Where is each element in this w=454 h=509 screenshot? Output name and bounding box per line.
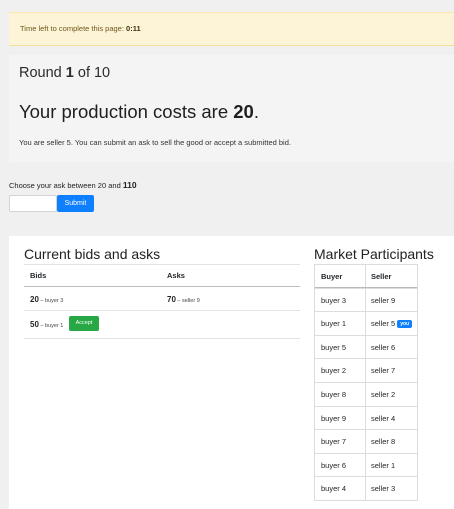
table-row: buyer 6 seller 1 [315, 452, 417, 477]
submit-button[interactable]: Submit [57, 195, 94, 212]
ask-input[interactable] [9, 195, 57, 212]
accept-bid-button[interactable]: Accept [69, 316, 99, 331]
bid-value: 50 [30, 320, 39, 329]
bid-entry: 20 – buyer 3 [30, 295, 63, 304]
table-row: buyer 4 seller 3 [315, 476, 417, 500]
round-prefix: Round [19, 65, 62, 81]
seller-cell: seller 5 you [371, 319, 413, 329]
role-description: You are seller 5. You can submit an ask … [19, 138, 291, 147]
buyer-cell: buyer 1 [321, 319, 347, 329]
buyer-cell: buyer 5 [321, 342, 347, 352]
seller-cell: seller 9 [371, 295, 396, 305]
page-gutter [0, 236, 9, 509]
round-panel: Round 1 of 10 Your production costs are … [9, 55, 454, 162]
bid-value: 20 [30, 295, 39, 304]
seller-header: Seller [371, 272, 392, 281]
timer-value: 0:11 [126, 24, 141, 33]
table-row: 50 – buyer 1 Accept [24, 311, 300, 339]
seller-name: seller 5 [371, 319, 396, 329]
seller-cell: seller 1 [371, 460, 396, 470]
ask-prompt: Choose your ask between 20 and 110 [9, 180, 137, 190]
ask-entry: 70 – seller 9 [167, 295, 200, 304]
market-panel: Current bids and asks Bids Asks 20 – buy… [9, 236, 454, 509]
asks-header: Asks [167, 271, 185, 280]
bid-entry: 50 – buyer 1 [30, 320, 63, 329]
ask-value: 70 [167, 295, 176, 304]
table-row: buyer 2 seller 7 [315, 358, 417, 382]
buyer-cell: buyer 6 [321, 460, 347, 470]
market-participants-table: Buyer Seller buyer 3 seller 9 buyer 1 sell… [314, 264, 418, 501]
table-row: buyer 1 seller 5 you [315, 311, 417, 335]
costs-value: 20 [233, 101, 254, 122]
buyer-cell: buyer 2 [321, 366, 347, 376]
table-row: 20 – buyer 3 70 – seller 9 [24, 287, 300, 311]
bid-buyer: – buyer 3 [38, 298, 64, 304]
table-row: buyer 8 seller 2 [315, 381, 417, 406]
timer-banner: Time left to complete this page: 0:11 [9, 12, 454, 46]
buyer-header: Buyer [321, 272, 343, 281]
bid-buyer: – buyer 1 [38, 323, 64, 329]
bids-asks-title: Current bids and asks [24, 246, 161, 262]
bids-header: Bids [30, 271, 47, 280]
table-row: buyer 5 seller 6 [315, 334, 417, 359]
market-participants-title: Market Participants [314, 246, 434, 262]
bids-asks-table: Bids Asks 20 – buyer 3 70 – seller 9 50 … [24, 264, 300, 339]
seller-cell: seller 3 [371, 484, 396, 494]
production-costs-heading: Your production costs are 20. [19, 101, 259, 123]
seller-cell: seller 6 [371, 342, 396, 352]
ask-max: 110 [122, 180, 137, 190]
buyer-cell: buyer 4 [321, 484, 347, 494]
you-badge: you [397, 320, 413, 329]
seller-cell: seller 7 [371, 366, 396, 376]
costs-suffix: . [253, 101, 259, 122]
participants-header: Buyer Seller [315, 264, 417, 288]
ask-prefix: Choose your ask between 20 and [9, 181, 121, 190]
seller-cell: seller 4 [371, 413, 396, 423]
round-suffix: of 10 [77, 65, 111, 81]
buyer-cell: buyer 7 [321, 437, 347, 447]
round-title: Round 1 of 10 [19, 65, 110, 81]
buyer-cell: buyer 8 [321, 389, 347, 399]
table-row: buyer 3 seller 9 [315, 287, 417, 312]
ask-seller: – seller 9 [175, 298, 200, 304]
costs-prefix: Your production costs are [19, 101, 229, 122]
table-row: buyer 7 seller 8 [315, 429, 417, 453]
table-row: buyer 9 seller 4 [315, 405, 417, 430]
seller-cell: seller 8 [371, 437, 396, 447]
buyer-cell: buyer 3 [321, 295, 347, 305]
seller-cell: seller 2 [371, 389, 396, 399]
buyer-cell: buyer 9 [321, 413, 347, 423]
round-current: 1 [65, 65, 74, 81]
bids-asks-header: Bids Asks [24, 264, 300, 287]
timer-label: Time left to complete this page: [20, 24, 124, 33]
